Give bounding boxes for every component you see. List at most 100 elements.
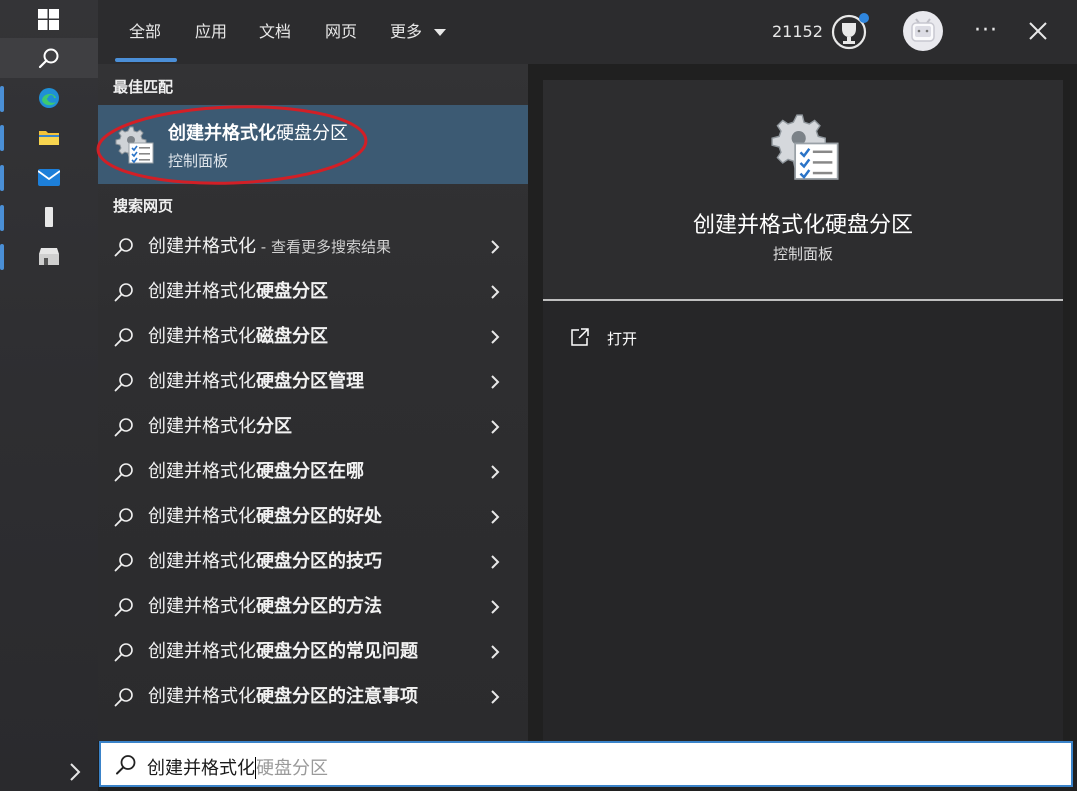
- open-button[interactable]: 打开: [569, 324, 769, 352]
- tab-more[interactable]: 更多: [390, 20, 422, 44]
- web-search-text: 创建并格式化硬盘分区管理: [148, 371, 364, 393]
- preview-title: 创建并格式化硬盘分区: [692, 213, 913, 238]
- taskbar-file-explorer[interactable]: [0, 117, 98, 157]
- taskbar: [0, 0, 98, 791]
- search-icon: [114, 238, 133, 257]
- search-typed-text: 创建并格式化: [147, 758, 255, 779]
- mail-icon: [38, 169, 60, 186]
- search-icon: [114, 598, 133, 617]
- chevron-right-icon[interactable]: [488, 643, 502, 661]
- expand-chevron-icon[interactable]: [68, 762, 82, 782]
- chevron-right-icon[interactable]: [488, 553, 502, 571]
- more-options-button[interactable]: ···: [974, 18, 998, 43]
- web-search-row[interactable]: 创建并格式化硬盘分区: [98, 270, 528, 315]
- tab-documents[interactable]: 文档: [259, 20, 291, 44]
- chevron-right-icon[interactable]: [488, 238, 502, 256]
- web-search-text: 创建并格式化硬盘分区: [148, 281, 328, 303]
- query-suffix: 硬盘分区的好处: [256, 506, 382, 527]
- tab-all[interactable]: 全部: [129, 20, 161, 44]
- preview-header: 创建并格式化硬盘分区 控制面板: [543, 80, 1063, 300]
- chevron-down-icon[interactable]: [434, 29, 446, 36]
- query-prefix: 创建并格式化: [148, 326, 256, 347]
- search-autocomplete: 硬盘分区: [256, 758, 328, 779]
- query-suffix: 硬盘分区的常见问题: [256, 641, 418, 662]
- search-query: 创建并格式化硬盘分区: [147, 754, 328, 781]
- web-search-row[interactable]: 创建并格式化硬盘分区的方法: [98, 585, 528, 630]
- open-label: 打开: [607, 330, 638, 348]
- best-match-subtitle: 控制面板: [168, 152, 229, 170]
- query-suffix: 硬盘分区在哪: [256, 461, 364, 482]
- control-panel-icon: [771, 114, 839, 180]
- search-top-bar: 全部 应用 文档 网页 更多 21152 ···: [98, 0, 1077, 64]
- control-panel-icon: [115, 126, 154, 164]
- best-match-title-bold: 创建并格式化: [168, 123, 276, 144]
- web-search-text: 创建并格式化磁盘分区: [148, 326, 328, 348]
- search-icon: [114, 418, 133, 437]
- web-search-row[interactable]: 创建并格式化硬盘分区在哪: [98, 450, 528, 495]
- best-match-title: 创建并格式化硬盘分区: [168, 119, 348, 145]
- start-button[interactable]: [0, 0, 98, 40]
- active-tab-indicator: [115, 58, 177, 62]
- taskbar-app[interactable]: [0, 197, 98, 237]
- taskbar-search-button[interactable]: [0, 38, 98, 78]
- query-suffix: 硬盘分区管理: [256, 371, 364, 392]
- tab-web[interactable]: 网页: [325, 20, 357, 44]
- chevron-right-icon[interactable]: [488, 598, 502, 616]
- bilibili-tv-icon: [911, 18, 935, 42]
- more-results-hint: - 查看更多搜索结果: [256, 238, 391, 256]
- chevron-right-icon[interactable]: [488, 508, 502, 526]
- search-icon: [114, 463, 133, 482]
- query-prefix: 创建并格式化: [148, 416, 256, 437]
- query-prefix: 创建并格式化: [148, 281, 256, 302]
- web-search-row[interactable]: 创建并格式化硬盘分区的注意事项: [98, 675, 528, 720]
- search-icon: [114, 643, 133, 662]
- best-match-item[interactable]: 创建并格式化硬盘分区 控制面板: [98, 105, 528, 184]
- chevron-right-icon[interactable]: [488, 688, 502, 706]
- windows-logo-icon: [38, 9, 59, 30]
- chevron-right-icon[interactable]: [488, 373, 502, 391]
- avatar[interactable]: [903, 11, 943, 51]
- web-search-text: 创建并格式化硬盘分区的好处: [148, 506, 382, 528]
- chevron-right-icon[interactable]: [488, 283, 502, 301]
- search-icon: [114, 508, 133, 527]
- web-search-row[interactable]: 创建并格式化硬盘分区管理: [98, 360, 528, 405]
- web-search-text: 创建并格式化硬盘分区的常见问题: [148, 641, 418, 663]
- web-search-row[interactable]: 创建并格式化 - 查看更多搜索结果: [98, 225, 528, 270]
- query-suffix: 硬盘分区的注意事项: [256, 686, 418, 707]
- web-search-text: 创建并格式化硬盘分区的注意事项: [148, 686, 418, 708]
- web-search-row[interactable]: 创建并格式化分区: [98, 405, 528, 450]
- search-icon: [114, 328, 133, 347]
- web-search-text: 创建并格式化硬盘分区的技巧: [148, 551, 382, 573]
- query-suffix: 硬盘分区的方法: [256, 596, 382, 617]
- web-search-row[interactable]: 创建并格式化硬盘分区的技巧: [98, 540, 528, 585]
- web-search-row[interactable]: 创建并格式化磁盘分区: [98, 315, 528, 360]
- query-prefix: 创建并格式化: [148, 686, 256, 707]
- store-icon: [39, 248, 59, 265]
- preview-panel: 创建并格式化硬盘分区 控制面板 打开: [543, 80, 1063, 741]
- query-prefix: 创建并格式化: [148, 461, 256, 482]
- trophy-icon[interactable]: [830, 12, 870, 52]
- search-input[interactable]: 创建并格式化硬盘分区: [99, 741, 1073, 787]
- search-icon: [114, 283, 133, 302]
- close-icon[interactable]: [1026, 19, 1050, 43]
- web-search-row[interactable]: 创建并格式化硬盘分区的好处: [98, 495, 528, 540]
- query-prefix: 创建并格式化: [148, 371, 256, 392]
- edge-browser-icon: [39, 88, 59, 108]
- tab-apps[interactable]: 应用: [195, 20, 227, 44]
- chevron-right-icon[interactable]: [488, 328, 502, 346]
- chevron-right-icon[interactable]: [488, 463, 502, 481]
- query-prefix: 创建并格式化: [148, 641, 256, 662]
- query-prefix: 创建并格式化: [148, 506, 256, 527]
- query-prefix: 创建并格式化: [148, 236, 256, 257]
- taskbar-store[interactable]: [0, 236, 98, 276]
- divider: [543, 299, 1063, 301]
- chevron-right-icon[interactable]: [488, 418, 502, 436]
- taskbar-mail[interactable]: [0, 157, 98, 197]
- web-search-row[interactable]: 创建并格式化硬盘分区的常见问题: [98, 630, 528, 675]
- query-prefix: 创建并格式化: [148, 596, 256, 617]
- taskbar-edge[interactable]: [0, 78, 98, 118]
- search-icon: [116, 755, 136, 775]
- query-suffix: 磁盘分区: [256, 326, 328, 347]
- search-icon: [114, 553, 133, 572]
- query-suffix: 硬盘分区的技巧: [256, 551, 382, 572]
